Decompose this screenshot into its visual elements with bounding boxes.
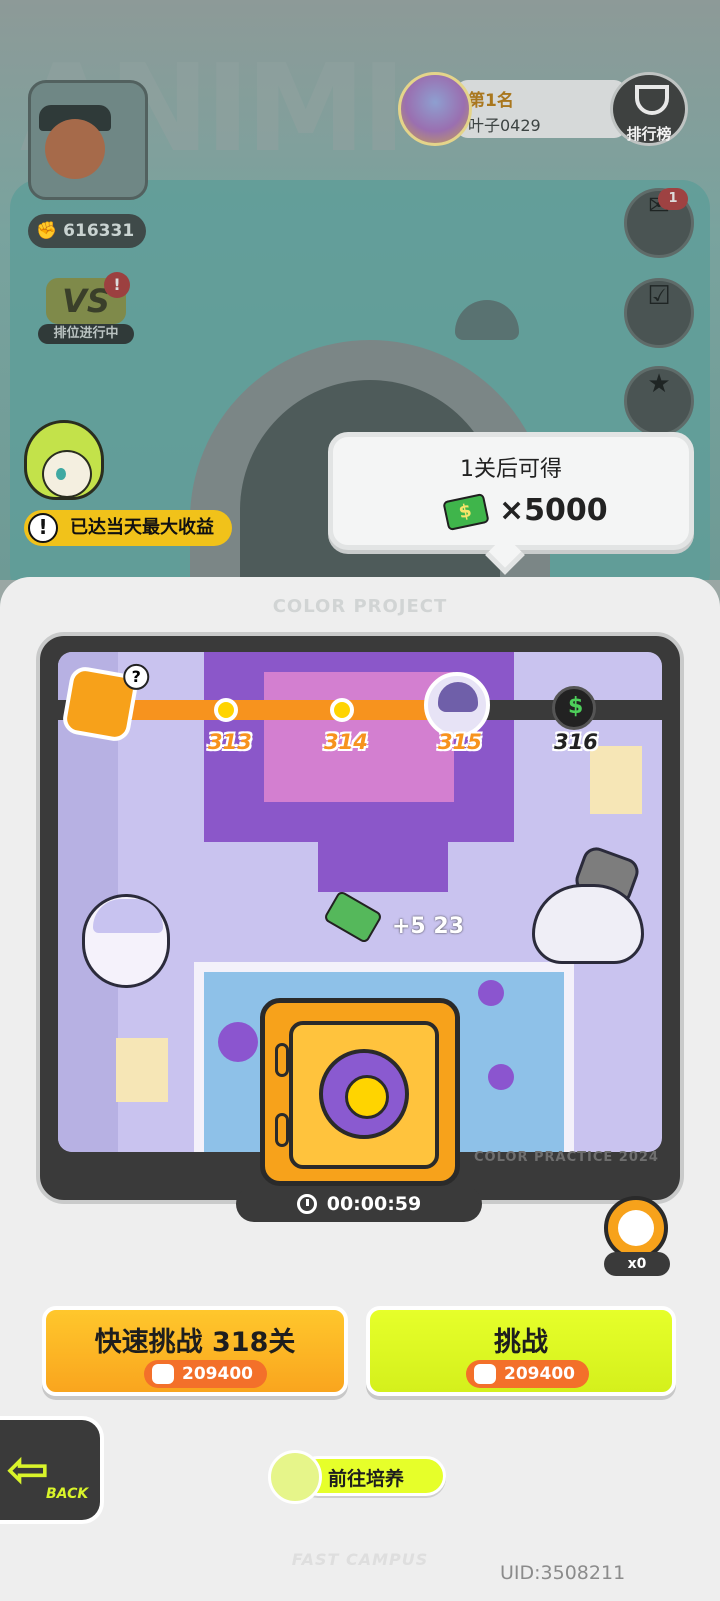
level-label: 313 <box>208 730 252 754</box>
trophy-icon <box>635 85 669 115</box>
avatar-face <box>45 119 105 179</box>
leaderboard-player-name: 叶子0429 <box>468 116 541 135</box>
paint-splat <box>478 980 504 1006</box>
safe-dial <box>319 1049 409 1139</box>
safe-hinge <box>275 1043 289 1077</box>
leaderboard-button[interactable]: 排行榜 <box>610 72 688 146</box>
alarm-clock-icon <box>604 1196 668 1260</box>
back-button[interactable]: ⇦ BACK <box>0 1416 104 1524</box>
player-character <box>82 894 170 988</box>
crosswalk <box>116 1038 168 1102</box>
project-title: COLOR PROJECT <box>272 596 448 617</box>
leaderboard-rank: 第1名 <box>468 91 514 111</box>
crosswalk <box>590 746 642 814</box>
mascot-eye <box>56 468 66 480</box>
progress-fill <box>132 700 452 720</box>
challenge-button[interactable]: 挑战 209400 <box>366 1306 676 1396</box>
fist-icon <box>152 1364 174 1384</box>
top-player-avatar <box>398 72 472 146</box>
map-watermark: COLOR PRACTICE 2024 <box>474 1150 659 1165</box>
level-label: 314 <box>324 730 368 754</box>
max-earnings-badge: ! 已达当天最大收益 <box>24 510 232 546</box>
paint-pickup-text: +5 23 <box>392 914 465 939</box>
back-label: BACK <box>46 1486 89 1502</box>
leaderboard-button-label: 排行榜 <box>626 125 672 143</box>
events-button[interactable]: ★ <box>624 366 694 436</box>
fist-icon: ✊ <box>36 221 58 241</box>
back-arrow-icon: ⇦ <box>6 1440 50 1500</box>
tasks-button[interactable]: ☑ <box>624 278 694 348</box>
challenge-cost: 209400 <box>466 1360 589 1388</box>
quick-challenge-cost: 209400 <box>144 1360 267 1388</box>
alarm-count: x0 <box>604 1252 670 1276</box>
challenge-label: 挑战 <box>494 1327 548 1358</box>
reward-bubble: 1关后可得 ×5000 <box>328 432 694 575</box>
train-label: 前往培养 <box>328 1468 405 1490</box>
quick-challenge-button[interactable]: 快速挑战 318关 209400 <box>42 1306 348 1396</box>
cash-icon <box>442 492 490 532</box>
clipboard-icon: ☑ <box>647 281 671 311</box>
progress-node <box>330 698 354 722</box>
level-label: 316 <box>554 730 598 754</box>
quick-cost-value: 209400 <box>182 1364 253 1384</box>
user-id: UID:3508211 <box>500 1562 626 1584</box>
paint-splat <box>488 1064 514 1090</box>
current-level-avatar <box>424 672 490 738</box>
timer-value: 00:00:59 <box>326 1193 422 1215</box>
quick-challenge-label: 快速挑战 318关 <box>94 1327 296 1358</box>
enemy-character <box>532 884 644 964</box>
reward-title: 1关后可得 <box>460 457 562 482</box>
warning-icon: ! <box>28 513 58 543</box>
clock-icon <box>296 1194 317 1214</box>
alert-badge: ! <box>104 272 130 298</box>
map-building-steps <box>318 832 448 892</box>
safe-icon[interactable] <box>260 998 460 1199</box>
safe-hinge <box>275 1113 289 1147</box>
challenge-cost-value: 209400 <box>504 1364 575 1384</box>
leaderboard-widget[interactable]: 第1名 叶子0429 排行榜 <box>398 72 690 146</box>
ranked-match-label: 排位进行中 <box>38 324 134 344</box>
reward-chest-icon[interactable]: ? <box>60 663 150 744</box>
train-button[interactable]: 前往培养 <box>268 1450 448 1504</box>
character-head-icon <box>268 1450 322 1504</box>
countdown-timer: 00:00:59 <box>236 1186 482 1222</box>
mascot-face <box>42 450 92 498</box>
fist-icon <box>474 1364 496 1384</box>
progress-node <box>214 698 238 722</box>
cash-reward-node-icon <box>552 686 596 730</box>
mail-badge: 1 <box>658 188 688 210</box>
alarm-clock-item[interactable]: x0 <box>596 1190 678 1280</box>
reward-amount: ×5000 <box>499 493 608 528</box>
player-avatar[interactable] <box>28 80 148 200</box>
help-icon: ? <box>123 663 150 690</box>
paint-splat <box>218 1022 258 1062</box>
ranked-match-button[interactable]: VS ! 排位进行中 <box>38 272 134 344</box>
level-label: 315 <box>438 730 482 754</box>
power-value: 616331 <box>63 221 135 241</box>
max-earnings-text: 已达当天最大收益 <box>70 517 214 538</box>
star-icon: ★ <box>647 369 671 399</box>
power-display: ✊ 616331 <box>28 214 147 248</box>
